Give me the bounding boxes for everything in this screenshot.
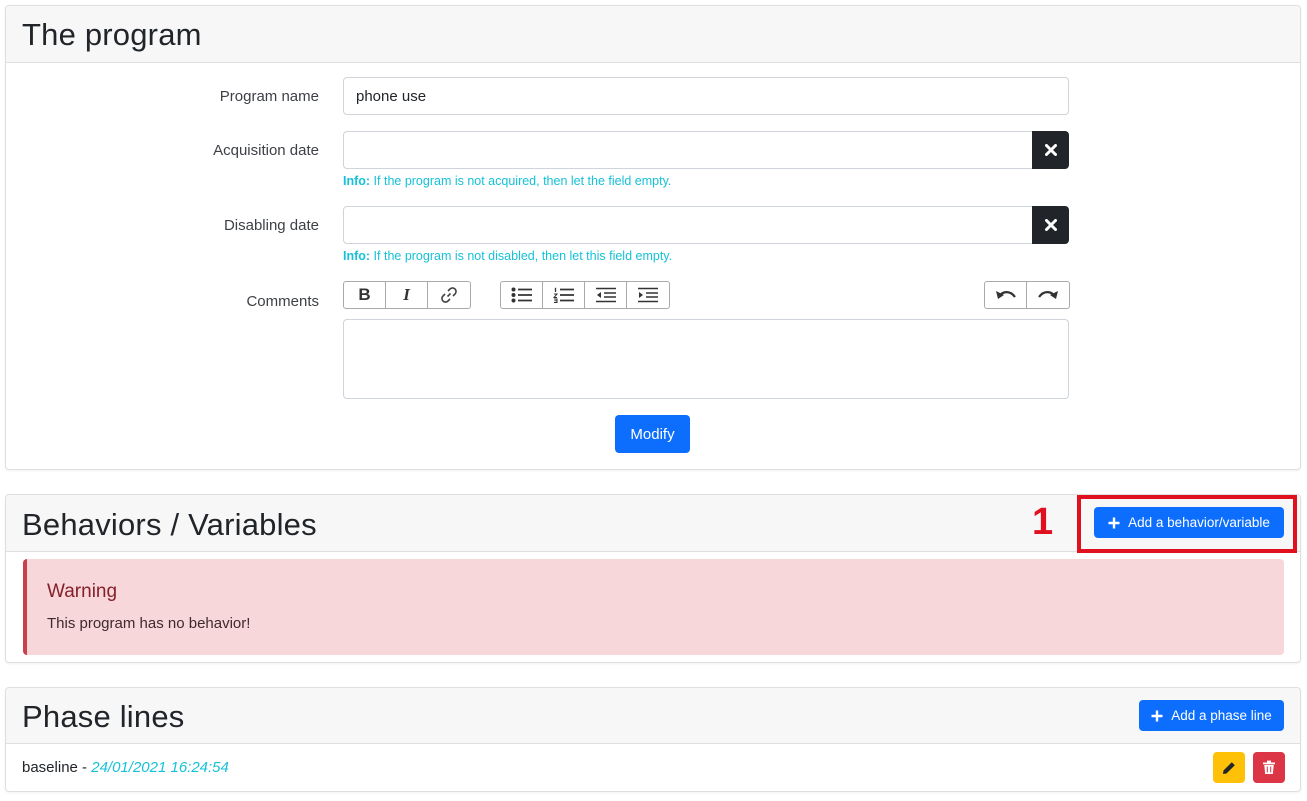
close-icon — [1044, 144, 1057, 156]
modify-button[interactable]: Modify — [615, 415, 690, 453]
program-card: The program Program name Acquisition dat… — [5, 5, 1301, 470]
behaviors-card-title: Behaviors / Variables — [22, 507, 317, 542]
close-icon — [1044, 219, 1057, 231]
list-format-group — [500, 281, 670, 309]
italic-button[interactable]: I — [386, 282, 428, 308]
edit-phase-line-button[interactable] — [1213, 752, 1245, 783]
disabling-date-help: Info: If the program is not disabled, th… — [343, 249, 672, 263]
disabling-info-text: If the program is not disabled, then let… — [370, 249, 673, 263]
undo-icon — [995, 291, 1016, 299]
acquisition-info-text: If the program is not acquired, then let… — [370, 174, 672, 188]
acquisition-date-help: Info: If the program is not acquired, th… — [343, 174, 671, 188]
add-phase-line-button[interactable]: Add a phase line — [1139, 700, 1284, 731]
link-icon — [441, 287, 457, 303]
outdent-button[interactable] — [585, 282, 627, 308]
add-behavior-label: Add a behavior/variable — [1128, 515, 1270, 530]
phases-card: Phase lines Add a phase line baseline - … — [5, 687, 1301, 792]
behaviors-card: Behaviors / Variables 1 Add a behavior/v… — [5, 494, 1301, 663]
pencil-icon — [1223, 761, 1235, 774]
acquisition-date-label: Acquisition date — [213, 142, 319, 159]
italic-icon: I — [403, 285, 410, 304]
disabling-date-clear-button[interactable] — [1032, 206, 1069, 244]
link-button[interactable] — [428, 282, 470, 308]
phase-line-date: 24/01/2021 16:24:54 — [91, 759, 229, 776]
indent-button[interactable] — [627, 282, 669, 308]
comments-label: Comments — [246, 293, 319, 310]
phases-card-title: Phase lines — [22, 699, 185, 734]
warning-message: This program has no behavior! — [47, 615, 251, 632]
numbered-list-icon — [552, 287, 574, 303]
program-name-input[interactable] — [343, 77, 1069, 115]
redo-button[interactable] — [1027, 282, 1069, 308]
disabling-info-prefix: Info: — [343, 249, 371, 263]
program-name-label: Program name — [219, 88, 319, 105]
trash-icon — [1263, 760, 1275, 774]
program-card-header: The program — [6, 6, 1300, 63]
delete-phase-line-button[interactable] — [1253, 752, 1285, 783]
add-behavior-button[interactable]: Add a behavior/variable — [1094, 507, 1284, 538]
redo-icon — [1038, 291, 1058, 299]
phase-line-row: baseline - 24/01/2021 16:24:54 — [22, 759, 229, 776]
phase-line-separator: - — [77, 759, 92, 776]
plus-icon — [1151, 710, 1163, 721]
phases-card-header: Phase lines Add a phase line — [6, 688, 1300, 744]
history-group — [984, 281, 1070, 309]
annotation-number: 1 — [1032, 501, 1054, 543]
bullet-list-icon — [511, 287, 532, 303]
plus-icon — [1108, 517, 1120, 528]
acquisition-date-input[interactable] — [343, 131, 1033, 169]
outdent-icon — [595, 287, 616, 303]
numbered-list-button[interactable] — [543, 282, 585, 308]
undo-button[interactable] — [985, 282, 1027, 308]
indent-icon — [638, 287, 658, 303]
warning-title: Warning — [47, 581, 118, 602]
bold-button[interactable]: B — [344, 282, 386, 308]
bullet-list-button[interactable] — [501, 282, 543, 308]
disabling-date-input[interactable] — [343, 206, 1033, 244]
add-phase-line-label: Add a phase line — [1171, 708, 1272, 723]
phase-line-name: baseline — [22, 759, 78, 776]
no-behavior-warning: Warning This program has no behavior! — [23, 559, 1284, 655]
program-card-title: The program — [22, 17, 202, 52]
acquisition-date-clear-button[interactable] — [1032, 131, 1069, 169]
acquisition-info-prefix: Info: — [343, 174, 371, 188]
disabling-date-label: Disabling date — [223, 217, 319, 234]
comments-editor[interactable] — [343, 319, 1069, 399]
bold-icon: B — [358, 285, 371, 304]
behaviors-card-header: Behaviors / Variables 1 Add a behavior/v… — [6, 495, 1300, 553]
text-format-group: B I — [343, 281, 471, 309]
